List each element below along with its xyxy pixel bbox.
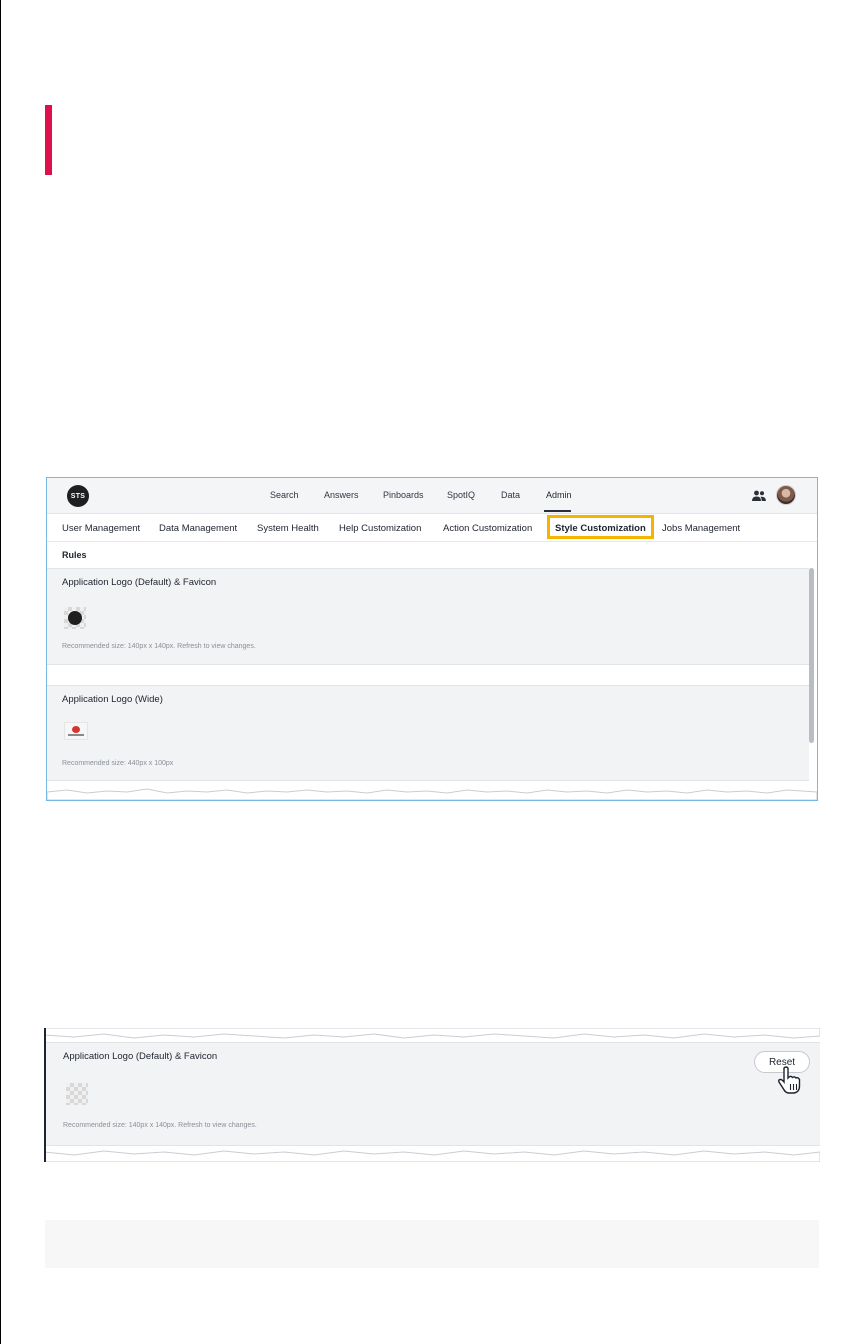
top-navigation: STS Search Answers Pinboards SpotIQ Data… xyxy=(47,478,817,514)
reset-screenshot: Application Logo (Default) & Favicon Rec… xyxy=(44,1028,820,1162)
tab-jobs-management[interactable]: Jobs Management xyxy=(662,523,740,534)
panel-title: Application Logo (Default) & Favicon xyxy=(62,577,217,588)
bottom-panel xyxy=(45,1220,819,1268)
tab-data-management[interactable]: Data Management xyxy=(159,523,237,534)
logo-default-panel: Application Logo (Default) & Favicon Rec… xyxy=(44,1042,820,1146)
admin-subnav: User Management Data Management System H… xyxy=(47,514,817,542)
scrollbar[interactable] xyxy=(809,568,814,743)
panel-title: Application Logo (Default) & Favicon xyxy=(63,1051,218,1062)
admin-screenshot: STS Search Answers Pinboards SpotIQ Data… xyxy=(46,477,818,801)
tab-action-customization[interactable]: Action Customization xyxy=(443,523,532,534)
nav-search[interactable]: Search xyxy=(270,490,299,500)
user-avatar[interactable] xyxy=(776,485,796,505)
panel-title: Application Logo (Wide) xyxy=(62,694,163,705)
nav-data[interactable]: Data xyxy=(501,490,520,500)
torn-edge-bottom xyxy=(44,1150,820,1162)
wide-logo-preview-icon[interactable] xyxy=(64,722,88,740)
nav-pinboards[interactable]: Pinboards xyxy=(383,490,424,500)
nav-admin[interactable]: Admin xyxy=(546,490,572,500)
active-nav-indicator xyxy=(544,510,571,512)
nav-spotiq[interactable]: SpotIQ xyxy=(447,490,475,500)
torn-edge xyxy=(47,788,817,800)
hand-pointer-icon xyxy=(778,1066,801,1094)
panel-note: Recommended size: 140px x 140px. Refresh… xyxy=(62,643,256,650)
tab-help-customization[interactable]: Help Customization xyxy=(339,523,421,534)
panel-note: Recommended size: 440px x 100px xyxy=(62,760,174,767)
app-logo-text: STS xyxy=(70,492,86,500)
panel-note: Recommended size: 140px x 140px. Refresh… xyxy=(63,1122,257,1129)
tab-user-management[interactable]: User Management xyxy=(62,523,140,534)
nav-answers[interactable]: Answers xyxy=(324,490,359,500)
accent-bar xyxy=(45,105,52,175)
screenshot-left-border xyxy=(44,1028,46,1162)
torn-edge-top xyxy=(44,1028,820,1039)
rules-heading: Rules xyxy=(62,550,87,560)
logo-preview-icon[interactable] xyxy=(64,607,86,629)
logo-wide-panel: Application Logo (Wide) Recommended size… xyxy=(47,685,809,781)
app-logo[interactable]: STS xyxy=(67,485,89,507)
page-left-border xyxy=(0,0,1,1344)
logo-default-panel: Application Logo (Default) & Favicon Rec… xyxy=(47,568,809,665)
people-icon[interactable] xyxy=(751,488,767,504)
logo-preview-icon[interactable] xyxy=(66,1083,88,1105)
highlight-callout xyxy=(547,515,654,539)
tab-system-health[interactable]: System Health xyxy=(257,523,319,534)
